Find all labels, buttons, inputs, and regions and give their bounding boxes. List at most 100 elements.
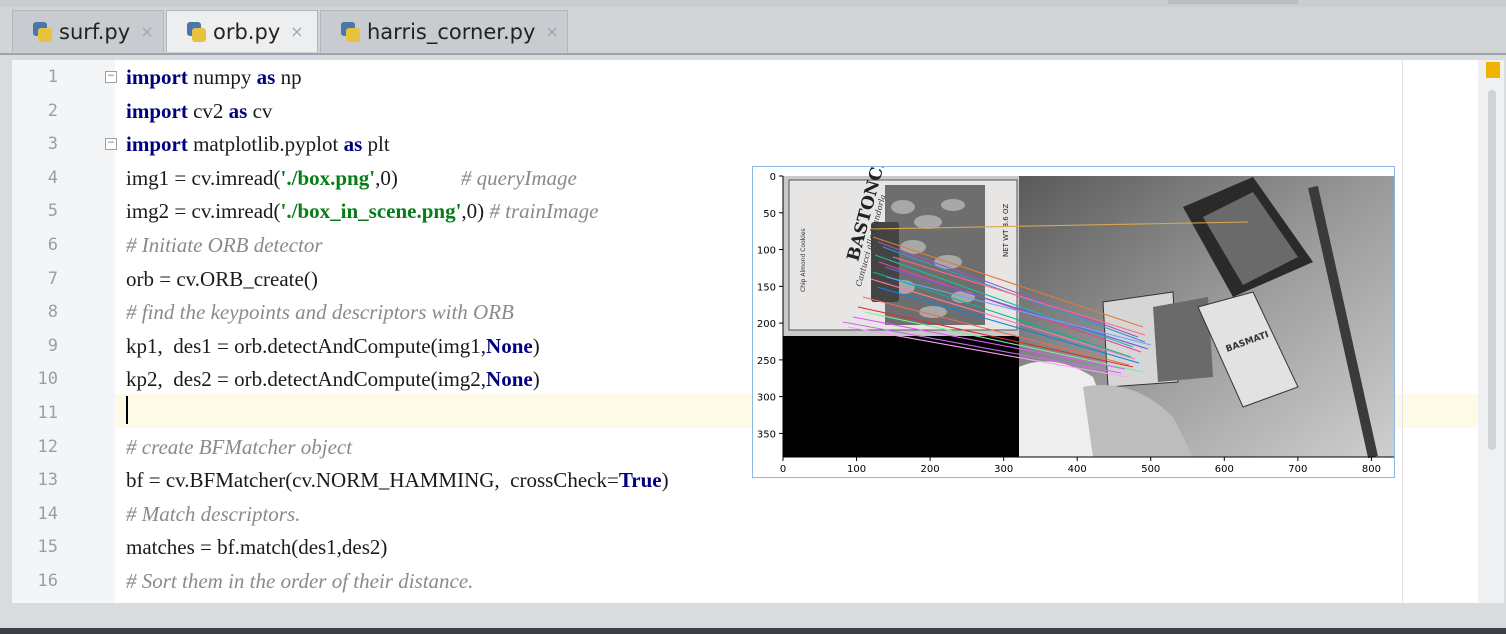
cookie-side-text: NET WT 8.6 OZ (1002, 204, 1010, 257)
cookie-vertical-text: Chip Almond Cookies (800, 228, 807, 292)
y-tick-label: 150 (757, 282, 776, 293)
code-token: np (275, 65, 302, 89)
y-tick-label: 50 (763, 209, 776, 220)
code-text: import matplotlib.pyplot as plt (126, 127, 390, 161)
y-tick-labels: 0 50 100 150 200 250 300 350 (757, 172, 783, 440)
code-text: img1 = cv.imread('./box.png',0) # queryI… (126, 161, 577, 195)
line-number: 9 (47, 335, 58, 356)
code-token: './box_in_scene.png' (280, 199, 462, 224)
x-tick-label: 700 (1288, 464, 1307, 475)
line-number: 10 (37, 369, 58, 390)
y-tick-label: 0 (770, 172, 776, 183)
code-token: img2 = cv.imread( (126, 199, 281, 224)
python-file-icon (339, 20, 361, 44)
code-token: kp2, des2 = orb.detectAndCompute(img2, (126, 367, 487, 392)
line-number: 1 (47, 67, 58, 87)
line-number: 16 (37, 571, 58, 591)
code-token: kp1, des1 = orb.detectAndCompute(img1, (126, 333, 487, 358)
code-line[interactable]: 16 # Sort them in the order of their dist… (12, 564, 1482, 598)
code-token: None (486, 367, 533, 392)
x-tick-label: 100 (847, 464, 866, 475)
x-tick-label: 200 (921, 464, 940, 475)
code-text: # find the keypoints and descriptors wit… (126, 295, 514, 329)
x-tick-label: 800 (1362, 464, 1381, 475)
line-number: 13 (37, 470, 58, 491)
code-token: as (256, 65, 276, 89)
code-token: import (126, 98, 188, 123)
code-token: import (126, 65, 188, 89)
code-token: # find the keypoints and descriptors wit… (126, 300, 514, 325)
code-text: bf = cv.BFMatcher(cv.NORM_HAMMING, cross… (126, 463, 669, 497)
python-file-icon (185, 20, 207, 44)
tab-orb-py[interactable]: orb.py × (166, 10, 318, 52)
line-number: 12 (37, 436, 58, 457)
code-token: img1 = cv.imread( (126, 165, 281, 190)
code-token: cv (247, 98, 273, 123)
x-tick-label: 300 (994, 464, 1013, 475)
code-token: numpy (187, 65, 257, 89)
code-text: img2 = cv.imread('./box_in_scene.png',0)… (126, 194, 598, 228)
code-line[interactable]: 2 import cv2 as cv (12, 94, 1482, 128)
code-token: plt (362, 132, 390, 157)
code-text: import cv2 as cv (126, 94, 272, 128)
status-bar-edge (0, 628, 1506, 634)
code-line[interactable]: 15 matches = bf.match(des1,des2) (12, 530, 1482, 564)
code-token: ,0) (461, 199, 490, 224)
tab-surf-py[interactable]: surf.py × (12, 10, 164, 52)
code-text: # create BFMatcher object (126, 430, 352, 464)
code-token: as (343, 132, 363, 157)
x-tick-label: 500 (1141, 464, 1160, 475)
code-token: True (618, 468, 662, 493)
code-token: None (486, 333, 533, 358)
code-line[interactable]: 14 # Match descriptors. (12, 497, 1482, 531)
x-tick-label: 400 (1068, 464, 1087, 475)
top-strip-highlight (1168, 0, 1298, 4)
code-token: # queryImage (397, 165, 577, 190)
tab-label: harris_corner.py (367, 19, 536, 44)
tab-label: orb.py (213, 19, 281, 44)
matplotlib-figure: BASTONCINI Cantucci alla Mandorla NET WT… (752, 135, 1395, 478)
code-token: bf = cv.BFMatcher(cv.NORM_HAMMING, cross… (126, 468, 619, 493)
code-token: as (228, 98, 248, 123)
code-text: matches = bf.match(des1,des2) (126, 530, 387, 564)
editor-scrollbar[interactable] (1478, 60, 1504, 603)
code-text: orb = cv.ORB_create() (126, 262, 318, 296)
code-token: # Match descriptors. (126, 501, 301, 526)
line-number: 5 (47, 201, 58, 222)
code-line[interactable]: 1 import numpy as np (12, 60, 1482, 94)
line-number: 6 (47, 235, 58, 255)
code-text: # Match descriptors. (126, 497, 300, 531)
code-text: kp1, des1 = orb.detectAndCompute(img1,No… (126, 329, 540, 363)
line-number: 4 (47, 167, 58, 188)
code-token: matches = bf.match(des1,des2) (126, 535, 388, 560)
code-token: ) (532, 333, 540, 358)
line-number: 2 (47, 100, 58, 121)
y-tick-label: 300 (757, 393, 776, 404)
line-number: 15 (37, 537, 58, 558)
close-icon[interactable]: × (290, 22, 303, 41)
code-token: ,0) (375, 165, 398, 190)
code-token: cv2 (187, 98, 229, 123)
tab-label: surf.py (59, 19, 131, 44)
code-token: # create BFMatcher object (126, 434, 353, 459)
scrollbar-thumb[interactable] (1488, 90, 1496, 450)
y-tick-label: 100 (757, 246, 776, 257)
x-tick-labels: 0 100 200 300 400 500 600 700 800 (780, 457, 1381, 475)
code-token: ) (661, 468, 669, 493)
code-token: # trainImage (489, 199, 599, 224)
editor-tab-bar: surf.py × orb.py × harris_corner.py × (0, 7, 1506, 55)
warning-marker-icon[interactable] (1486, 62, 1500, 78)
close-icon[interactable]: × (545, 22, 558, 41)
code-token: matplotlib.pyplot (187, 132, 344, 157)
close-icon[interactable]: × (140, 22, 153, 41)
code-text: import numpy as np (126, 60, 302, 94)
x-tick-label: 600 (1215, 464, 1234, 475)
tab-harris-corner-py[interactable]: harris_corner.py × (320, 10, 568, 52)
code-token: ) (532, 367, 540, 392)
code-token: orb = cv.ORB_create() (126, 266, 318, 291)
code-line[interactable]: 3 import matplotlib.pyplot as plt (12, 127, 1482, 161)
code-token: # Initiate ORB detector (126, 233, 323, 257)
code-token: # Sort them in the order of their distan… (126, 569, 474, 593)
y-tick-label: 250 (757, 356, 776, 367)
line-number: 14 (37, 503, 58, 524)
